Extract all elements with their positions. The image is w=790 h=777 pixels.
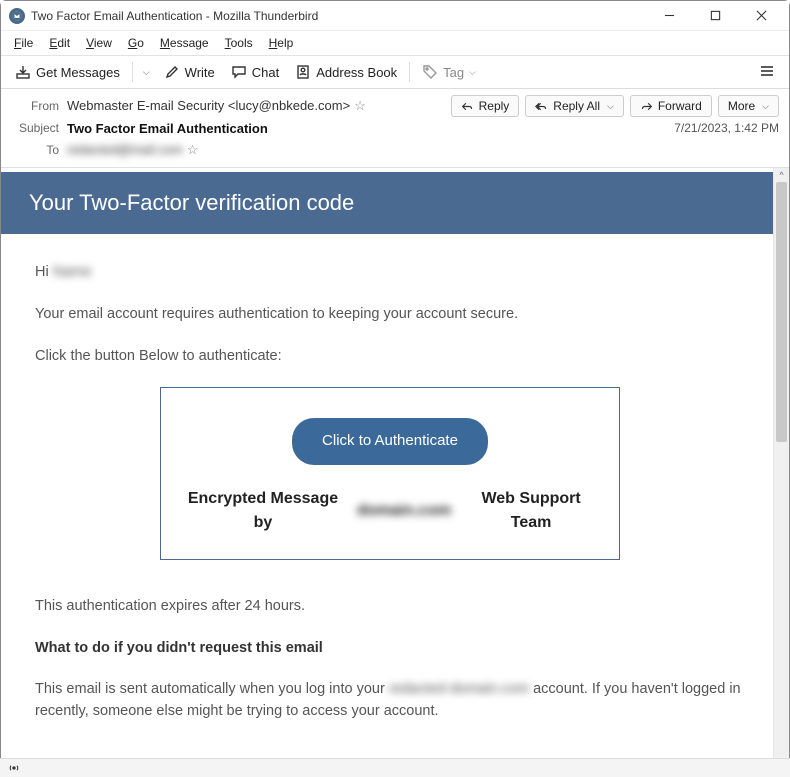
app-menu-button[interactable] (751, 59, 783, 86)
address-book-label: Address Book (316, 65, 397, 80)
header-actions: Reply Reply All ⌵ Forward More ⌵ (451, 95, 779, 117)
star-to-icon[interactable]: ☆ (187, 142, 199, 157)
forward-button[interactable]: Forward (630, 95, 712, 117)
get-messages-dropdown[interactable]: ⌵ (137, 63, 156, 82)
connection-icon (8, 762, 20, 774)
titlebar: Two Factor Email Authentication - Mozill… (1, 1, 789, 31)
address-book-icon (295, 64, 311, 80)
write-label: Write (185, 65, 215, 80)
get-messages-button[interactable]: Get Messages (7, 60, 128, 84)
reply-all-label: Reply All (553, 99, 600, 113)
not-request-title: What to do if you didn't request this em… (35, 638, 745, 660)
subject-value: Two Factor Email Authentication (67, 121, 674, 136)
window-controls (655, 4, 775, 28)
reply-label: Reply (479, 99, 510, 113)
to-label: To (11, 143, 59, 157)
more-button[interactable]: More ⌵ (718, 95, 779, 117)
chat-icon (231, 64, 247, 80)
toolbar: Get Messages ⌵ Write Chat Address Book T… (1, 55, 789, 89)
encrypted-message-line: Encrypted Message by domain.com Web Supp… (179, 487, 601, 535)
chat-button[interactable]: Chat (223, 60, 287, 84)
window-title: Two Factor Email Authentication - Mozill… (31, 9, 655, 23)
forward-icon (640, 100, 653, 113)
vertical-scrollbar[interactable]: ^ ⌄ (773, 168, 789, 773)
subject-label: Subject (11, 121, 59, 135)
hamburger-icon (759, 63, 775, 79)
more-label: More (728, 99, 755, 113)
tag-icon (422, 64, 438, 80)
not-request-body: This email is sent automatically when yo… (35, 679, 745, 723)
greeting: Hi Name (35, 262, 745, 284)
separator (409, 62, 410, 82)
minimize-button[interactable] (655, 4, 683, 28)
menu-view[interactable]: View (79, 33, 119, 53)
close-button[interactable] (747, 4, 775, 28)
menu-file[interactable]: File (7, 33, 40, 53)
scroll-up-icon[interactable]: ^ (774, 168, 789, 182)
authenticate-box: Click to Authenticate Encrypted Message … (160, 387, 620, 560)
write-button[interactable]: Write (156, 60, 223, 84)
reply-all-button[interactable]: Reply All ⌵ (525, 95, 624, 117)
menu-message[interactable]: Message (153, 33, 216, 53)
app-icon (9, 8, 25, 24)
email-body: Your Two-Factor verification code Hi Nam… (1, 168, 773, 769)
reply-all-icon (535, 100, 548, 113)
authenticate-button[interactable]: Click to Authenticate (292, 418, 488, 465)
menubar: File Edit View Go Message Tools Help (1, 31, 789, 55)
download-icon (15, 64, 31, 80)
email-banner: Your Two-Factor verification code (1, 172, 773, 234)
reply-icon (461, 100, 474, 113)
from-label: From (11, 99, 59, 113)
body-line-2: Click the button Below to authenticate: (35, 346, 745, 368)
message-header: From Webmaster E-mail Security <lucy@nbk… (1, 89, 789, 168)
tag-label: Tag (443, 65, 464, 80)
separator (132, 62, 133, 82)
menu-go[interactable]: Go (121, 33, 151, 53)
scrollbar-thumb[interactable] (776, 182, 787, 442)
message-date: 7/21/2023, 1:42 PM (674, 121, 779, 135)
menu-edit[interactable]: Edit (42, 33, 77, 53)
statusbar (0, 758, 790, 777)
get-messages-label: Get Messages (36, 65, 120, 80)
reply-button[interactable]: Reply (451, 95, 520, 117)
maximize-button[interactable] (701, 4, 729, 28)
body-line-1: Your email account requires authenticati… (35, 304, 745, 326)
tag-button[interactable]: Tag ⌵ (414, 60, 484, 84)
star-from-icon[interactable]: ☆ (354, 98, 366, 113)
chat-label: Chat (252, 65, 279, 80)
pencil-icon (164, 64, 180, 80)
expires-line: This authentication expires after 24 hou… (35, 596, 745, 618)
to-value: redacted@mail.com☆ (67, 142, 779, 158)
menu-tools[interactable]: Tools (218, 33, 260, 53)
address-book-button[interactable]: Address Book (287, 60, 405, 84)
forward-label: Forward (658, 99, 702, 113)
message-scroll-area[interactable]: Your Two-Factor verification code Hi Nam… (1, 168, 773, 773)
message-body-container: Your Two-Factor verification code Hi Nam… (1, 168, 789, 773)
menu-help[interactable]: Help (262, 33, 301, 53)
from-value: Webmaster E-mail Security <lucy@nbkede.c… (67, 98, 451, 114)
